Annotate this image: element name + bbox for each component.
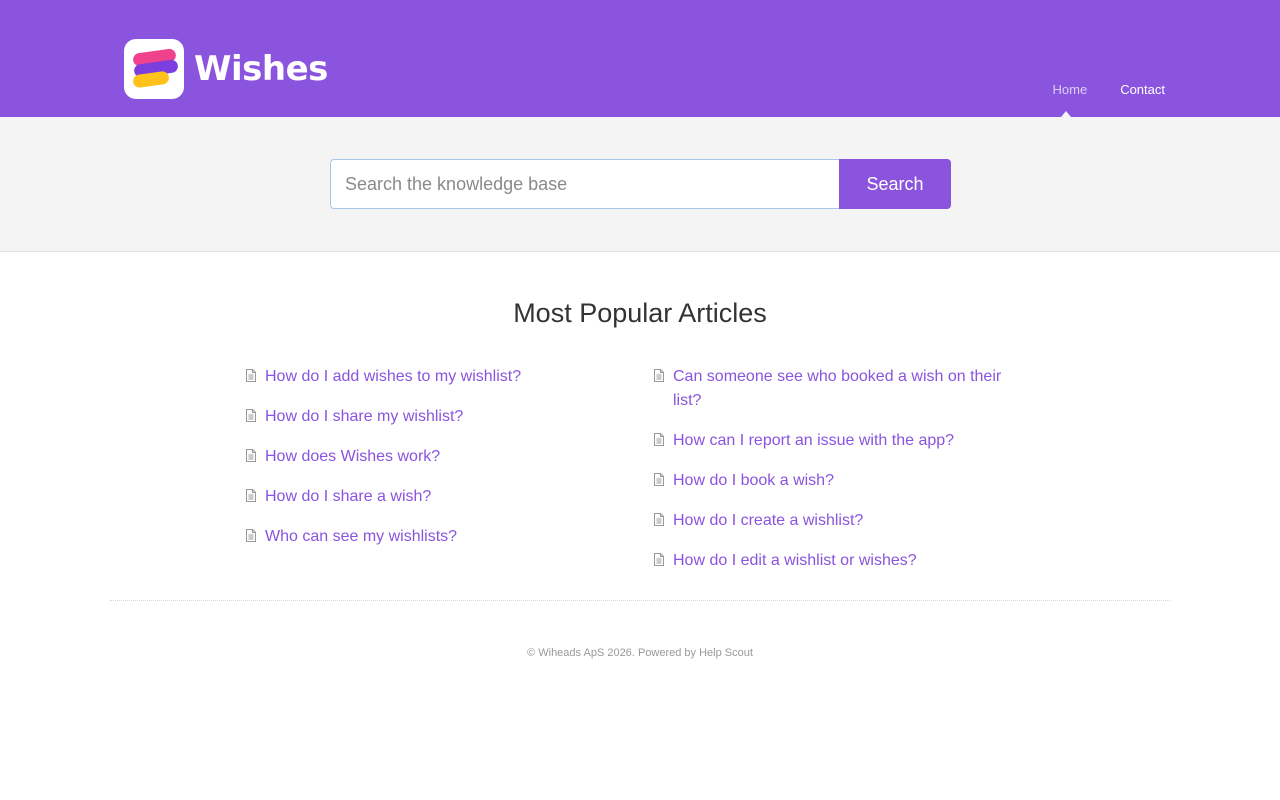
footer-divider	[110, 600, 1170, 601]
article-link[interactable]: Can someone see who booked a wish on the…	[673, 365, 1022, 413]
search-button[interactable]: Search	[839, 159, 951, 209]
articles-column-right: Can someone see who booked a wish on the…	[652, 365, 1022, 589]
article-link[interactable]: How do I share a wish?	[265, 485, 431, 509]
powered-by-text: Powered by	[637, 647, 697, 659]
wishes-logo-icon	[124, 39, 184, 99]
article-list-item: Can someone see who booked a wish on the…	[652, 365, 1022, 413]
site-header: Wishes Home Contact	[0, 0, 1280, 117]
article-list-item: How do I edit a wishlist or wishes?	[652, 549, 1022, 573]
article-list-item: How can I report an issue with the app?	[652, 429, 1022, 453]
search-band: Search	[0, 117, 1280, 252]
document-icon	[654, 473, 664, 486]
nav-contact[interactable]: Contact	[1120, 82, 1165, 97]
article-list-item: How do I share my wishlist?	[244, 405, 614, 429]
article-list-item: Who can see my wishlists?	[244, 525, 614, 549]
article-link[interactable]: How do I add wishes to my wishlist?	[265, 365, 521, 389]
article-link[interactable]: How do I create a wishlist?	[673, 509, 863, 533]
article-list-item: How do I create a wishlist?	[652, 509, 1022, 533]
section-title: Most Popular Articles	[513, 298, 767, 328]
document-icon	[654, 553, 664, 566]
article-link[interactable]: How does Wishes work?	[265, 445, 440, 469]
document-icon	[246, 409, 256, 422]
help-scout-link[interactable]: Help Scout	[699, 647, 753, 659]
document-icon	[654, 369, 664, 382]
document-icon	[246, 449, 256, 462]
article-list-item: How do I add wishes to my wishlist?	[244, 365, 614, 389]
brand-name: Wishes	[194, 49, 328, 89]
document-icon	[654, 513, 664, 526]
document-icon	[246, 369, 256, 382]
articles-column-left: How do I add wishes to my wishlist? How d…	[244, 365, 614, 565]
article-link[interactable]: How do I edit a wishlist or wishes?	[673, 549, 917, 573]
article-link[interactable]: How can I report an issue with the app?	[673, 429, 954, 453]
search-form: Search	[330, 159, 951, 209]
search-input[interactable]	[330, 159, 839, 209]
main-content: Most Popular Articles How do I add wishe…	[0, 252, 1280, 601]
nav-home[interactable]: Home	[1053, 82, 1088, 97]
article-list-item: How do I book a wish?	[652, 469, 1022, 493]
document-icon	[246, 529, 256, 542]
main-nav: Home Contact	[1020, 82, 1166, 97]
document-icon	[246, 489, 256, 502]
article-link[interactable]: Who can see my wishlists?	[265, 525, 457, 549]
copyright-text: © Wiheads ApS 2026.	[527, 647, 635, 659]
article-list-item: How does Wishes work?	[244, 445, 614, 469]
article-link[interactable]: How do I book a wish?	[673, 469, 834, 493]
article-list-item: How do I share a wish?	[244, 485, 614, 509]
article-link[interactable]: How do I share my wishlist?	[265, 405, 463, 429]
document-icon	[654, 433, 664, 446]
site-footer: © Wiheads ApS 2026. Powered by Help Scou…	[0, 647, 1280, 659]
brand-logo-link[interactable]: Wishes	[124, 39, 328, 99]
